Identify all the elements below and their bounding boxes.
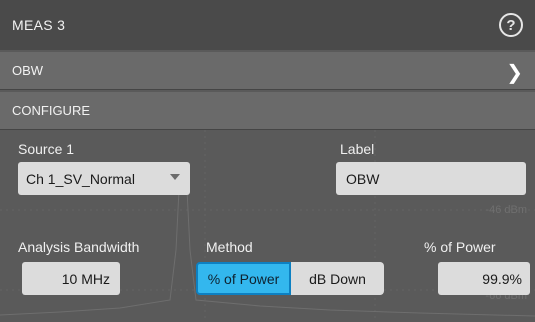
source-label: Source 1 — [18, 141, 75, 157]
analysis-bandwidth-input[interactable]: 10 MHz — [22, 262, 120, 295]
method-toggle: % of Power dB Down — [196, 262, 384, 295]
source-select[interactable]: Ch 1_SV_Normal — [18, 162, 190, 195]
configure-section-label: CONFIGURE — [12, 103, 90, 118]
title-bar: MEAS 3 ? — [0, 0, 535, 50]
help-icon[interactable]: ? — [499, 13, 523, 37]
percent-of-power-input[interactable]: 99.9% — [438, 262, 530, 295]
label-field-label: Label — [340, 141, 375, 157]
configure-section-header[interactable]: CONFIGURE — [0, 92, 535, 130]
chevron-right-icon: ❯ — [506, 62, 523, 84]
percent-of-power-label: % of Power — [424, 239, 496, 255]
label-input-value: OBW — [346, 170, 380, 187]
measurement-row-obw[interactable]: OBW ❯ — [0, 52, 535, 90]
meas-config-panel: -46 dBm -66 dBm MEAS 3 ? OBW ❯ CONFIGURE… — [0, 0, 535, 322]
method-label: Method — [206, 239, 253, 255]
trace-level-label: -46 dBm — [485, 204, 527, 216]
analysis-bandwidth-value: 10 MHz — [61, 270, 110, 287]
label-input[interactable]: OBW — [336, 162, 526, 195]
measurement-row-label: OBW — [12, 63, 44, 78]
source-value: Ch 1_SV_Normal — [26, 170, 135, 187]
analysis-bandwidth-label: Analysis Bandwidth — [18, 239, 140, 255]
percent-of-power-value: 99.9% — [482, 270, 522, 287]
method-db-down-button[interactable]: dB Down — [291, 262, 384, 295]
method-percent-of-power-button[interactable]: % of Power — [196, 262, 291, 295]
chevron-down-icon — [170, 174, 180, 180]
panel-title: MEAS 3 — [12, 17, 66, 33]
